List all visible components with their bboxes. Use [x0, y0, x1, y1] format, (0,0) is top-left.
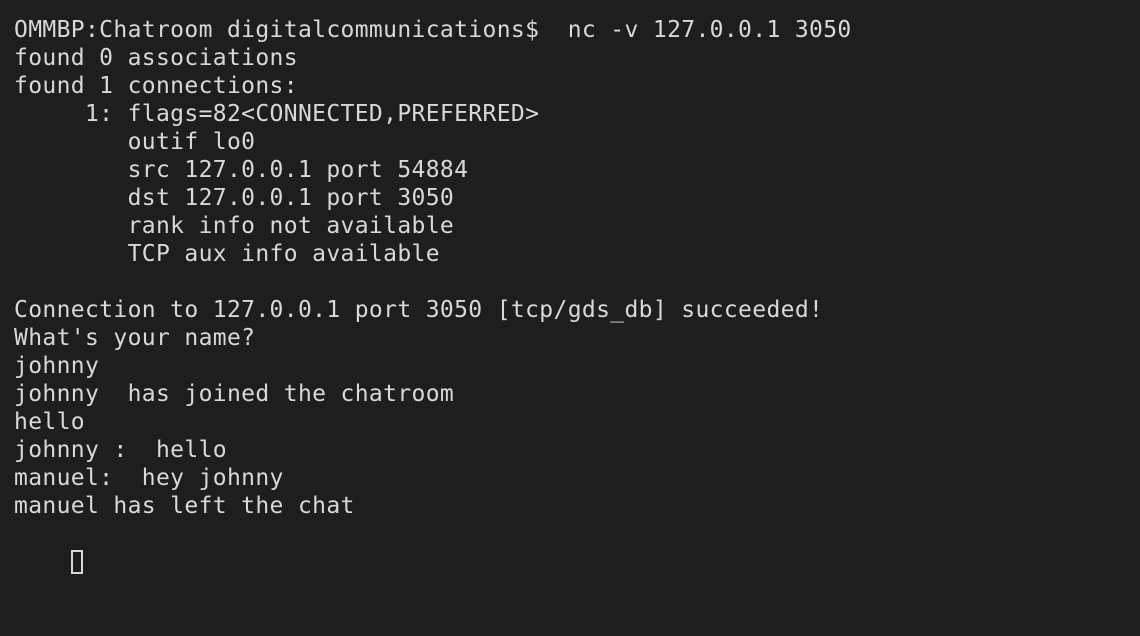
terminal-line: TCP aux info available	[14, 241, 440, 267]
terminal-line: johnny has joined the chatroom	[14, 381, 455, 407]
terminal-line: johnny : hello	[14, 437, 227, 463]
terminal-line: 1: flags=82<CONNECTED,PREFERRED>	[14, 101, 540, 127]
terminal-line: outif lo0	[14, 129, 256, 155]
terminal-line: johnny	[14, 353, 100, 379]
terminal-line: manuel has left the chat	[14, 493, 355, 519]
terminal-line: hello	[14, 409, 85, 435]
terminal-line: What's your name?	[14, 325, 256, 351]
terminal-line: found 1 connections:	[14, 73, 298, 99]
terminal-line: found 0 associations	[14, 45, 298, 71]
terminal-line: Connection to 127.0.0.1 port 3050 [tcp/g…	[14, 297, 824, 323]
terminal-line: dst 127.0.0.1 port 3050	[14, 185, 455, 211]
terminal-line: src 127.0.0.1 port 54884	[14, 157, 469, 183]
terminal-window[interactable]: OMMBP:Chatroom digitalcommunications$ nc…	[0, 0, 1140, 636]
text-cursor	[70, 549, 83, 574]
terminal-line-command: OMMBP:Chatroom digitalcommunications$ nc…	[14, 17, 852, 43]
terminal-line: rank info not available	[14, 213, 455, 239]
terminal-input-line[interactable]	[14, 520, 1126, 574]
terminal-line: manuel: hey johnny	[14, 465, 284, 491]
